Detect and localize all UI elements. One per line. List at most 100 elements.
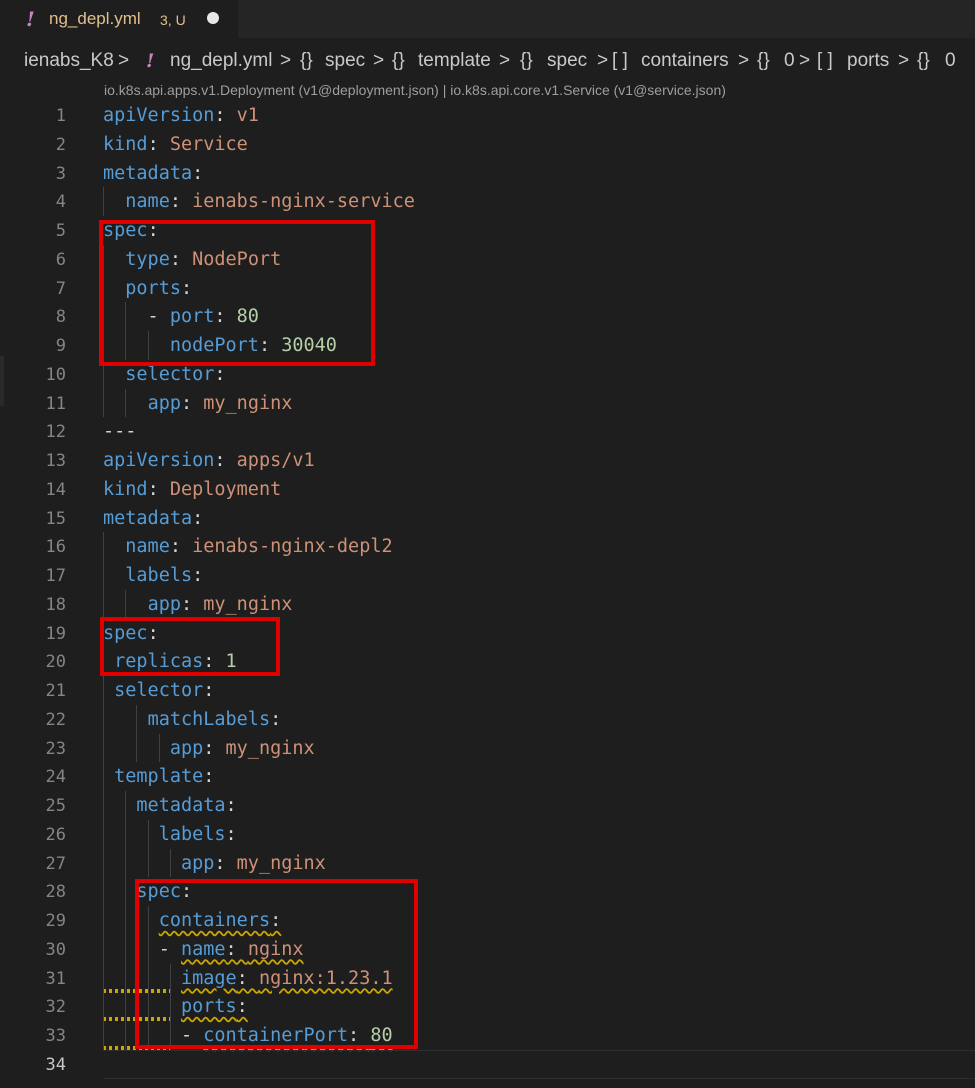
schema-codelens[interactable]: io.k8s.api.apps.v1.Deployment (v1@deploy…	[104, 82, 726, 98]
tab-problem-status: 3, U	[160, 12, 186, 28]
yaml-key: name	[125, 191, 170, 213]
line-number: 33	[45, 1026, 66, 1046]
code-line[interactable]: 18 app: my_nginx	[0, 590, 975, 619]
yaml-punctuation	[103, 795, 136, 816]
line-number: 11	[45, 393, 66, 414]
code-editor[interactable]: 1 apiVersion: v1 2 kind: Service 3 metadata: 4…	[0, 101, 975, 1088]
code-line[interactable]: 24 template:	[0, 762, 975, 791]
line-number: 18	[45, 594, 66, 615]
yaml-punctuation: :	[203, 680, 215, 701]
yaml-key: app	[169, 737, 204, 759]
code-line[interactable]: 25 metadata:	[0, 791, 975, 820]
yaml-key: metadata	[103, 162, 193, 184]
code-line[interactable]: 34	[0, 1049, 975, 1079]
yaml-punctuation: :	[192, 507, 204, 529]
line-number: 23	[45, 738, 66, 759]
code-line[interactable]: 23 app: my_nginx	[0, 734, 975, 763]
yaml-punctuation: :	[203, 766, 215, 788]
code-line[interactable]: 16 name: ienabs-nginx-depl2	[0, 532, 975, 561]
indent-guide	[103, 187, 104, 216]
line-number: 26	[45, 824, 66, 845]
breadcrumb-item[interactable]: template	[418, 50, 491, 72]
tab-filename: ng_depl.yml	[49, 9, 141, 28]
breadcrumb: ienabs_K8 >! ng_depl.yml >{} spec >{} template…	[0, 38, 975, 84]
yaml-punctuation: :	[147, 478, 170, 500]
object-symbol-icon: {}	[917, 50, 930, 71]
yaml-punctuation: :	[225, 823, 237, 845]
yaml-punctuation	[103, 709, 148, 730]
code-line[interactable]: 4 name: ienabs-nginx-service	[0, 187, 975, 216]
line-number: 16	[45, 537, 66, 558]
code-line[interactable]: 3 metadata:	[0, 159, 975, 188]
yaml-punctuation: :	[192, 162, 204, 184]
yaml-punctuation: :	[192, 565, 204, 586]
code-line[interactable]: 27 app: my_nginx	[0, 849, 975, 878]
code-line[interactable]: 2 kind: Service	[0, 130, 975, 159]
yaml-string-value: apps/v1	[236, 450, 315, 471]
indent-guide	[125, 388, 127, 418]
code-line[interactable]: 14 kind: Deployment	[0, 475, 975, 504]
code-text: selector:	[103, 363, 226, 385]
indent-guide	[125, 791, 127, 1050]
yaml-punctuation	[103, 766, 114, 787]
code-line[interactable]: 21 selector:	[0, 676, 975, 705]
breadcrumb-item[interactable]: ienabs_K8	[24, 50, 114, 72]
indent-guide	[103, 532, 104, 619]
yaml-key: kind	[103, 478, 148, 500]
line-number: 21	[45, 681, 66, 701]
line-number: 20	[45, 652, 66, 673]
code-line[interactable]: 1 apiVersion: v1	[0, 101, 975, 130]
tab-ng-depl[interactable]: ! ng_depl.yml 3, U	[0, 0, 238, 38]
yaml-key: kind	[103, 133, 148, 155]
code-line[interactable]: 26 labels:	[0, 820, 975, 849]
object-symbol-icon: {}	[300, 50, 313, 71]
yaml-punctuation: :	[147, 133, 170, 155]
code-text: app: my_nginx	[103, 392, 293, 414]
yaml-punctuation: :	[169, 191, 193, 213]
code-line[interactable]: 13 apiVersion: apps/v1	[0, 446, 975, 475]
code-text: apiVersion: v1	[103, 105, 259, 126]
breadcrumb-item[interactable]: spec	[325, 50, 365, 72]
code-text: name: ienabs-nginx-service	[103, 191, 415, 212]
yaml-key: selector	[114, 680, 204, 701]
yaml-string-value: v1	[236, 105, 259, 126]
indent-guide	[136, 704, 138, 763]
breadcrumb-item[interactable]: 0	[945, 50, 956, 72]
yaml-key: app	[147, 392, 181, 414]
code-line[interactable]: 15 metadata:	[0, 504, 975, 533]
code-line[interactable]: 11 app: my_nginx	[0, 389, 975, 418]
annotation-highlight-box	[100, 617, 280, 676]
line-number: 32	[45, 997, 66, 1018]
line-number: 17	[45, 566, 66, 586]
yaml-punctuation	[103, 824, 159, 845]
unsaved-dot-icon[interactable]	[207, 12, 219, 24]
code-text: metadata:	[103, 163, 203, 184]
line-number: 22	[45, 709, 66, 730]
yaml-punctuation: :	[214, 363, 226, 385]
breadcrumb-item[interactable]: containers	[641, 50, 729, 72]
code-line[interactable]: 17 labels:	[0, 561, 975, 590]
code-line[interactable]: 12 ---	[0, 417, 975, 446]
code-text: template:	[103, 766, 214, 787]
breadcrumb-separator-icon: >	[373, 50, 385, 71]
yaml-punctuation: :	[180, 593, 204, 615]
line-number: 12	[45, 422, 66, 443]
breadcrumb-item[interactable]: spec	[547, 50, 587, 72]
yaml-punctuation: :	[169, 536, 193, 558]
breadcrumb-item[interactable]: ports	[847, 50, 889, 72]
code-line[interactable]: 22 matchLabels:	[0, 705, 975, 734]
yaml-string-value: my_nginx	[225, 737, 315, 759]
yaml-file-icon: !	[146, 50, 155, 72]
yaml-key: metadata	[103, 507, 193, 529]
breadcrumb-separator-icon: >	[118, 50, 130, 71]
line-number: 1	[55, 106, 66, 126]
yaml-key: selector	[125, 363, 215, 385]
code-text: metadata:	[103, 508, 203, 529]
object-symbol-icon: {}	[392, 50, 405, 71]
code-text: name: ienabs-nginx-depl2	[103, 536, 393, 558]
object-symbol-icon: {}	[757, 50, 770, 71]
yaml-punctuation	[103, 364, 125, 385]
yaml-string-value: ienabs-nginx-depl2	[192, 536, 393, 558]
breadcrumb-item[interactable]: 0	[784, 50, 795, 72]
breadcrumb-item[interactable]: ng_depl.yml	[170, 50, 272, 72]
